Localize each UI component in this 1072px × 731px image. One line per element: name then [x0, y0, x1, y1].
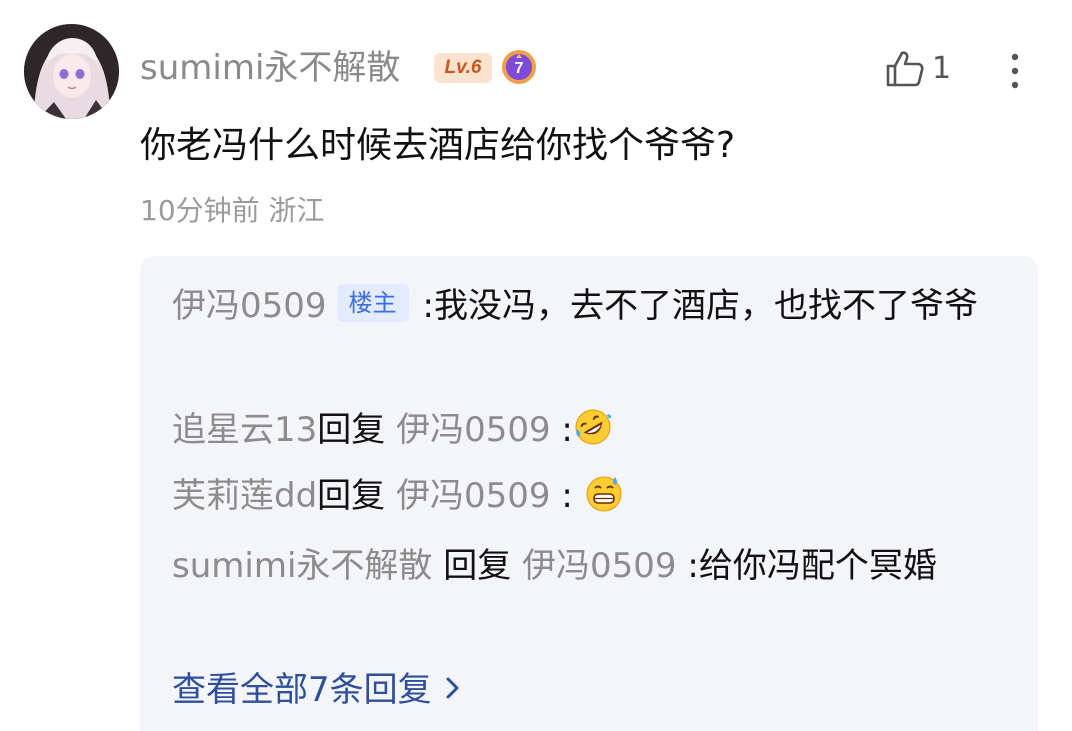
comment-time: 10分钟前: [140, 194, 260, 227]
purple-medal-icon: 7: [500, 48, 538, 86]
reply-item[interactable]: sumimi永不解散 回复 伊冯0509 :给你冯配个冥婚: [172, 538, 1004, 594]
reply-verb: 回复: [443, 546, 512, 586]
user-avatar[interactable]: [24, 24, 119, 119]
reply-text: 我没冯，去不了酒店，也找不了爷爷: [434, 286, 978, 326]
anime-girl-avatar-icon: [24, 24, 119, 119]
reply-author[interactable]: 芙莉莲dd: [172, 476, 317, 516]
reply-separator: :: [561, 410, 573, 450]
reply-item[interactable]: 芙莉莲dd回复 伊冯0509 :: [172, 468, 1004, 524]
comment-location: 浙江: [268, 194, 325, 227]
like-count: 1: [932, 51, 952, 86]
comment-meta: 10分钟前 浙江: [140, 190, 325, 232]
vertical-ellipsis-icon[interactable]: [1000, 50, 1030, 92]
rolling-on-floor-laughing-icon: [575, 409, 611, 445]
view-all-replies-link[interactable]: 查看全部7条回复: [172, 662, 464, 718]
reply-text: 给你冯配个冥婚: [698, 546, 937, 586]
reply-author[interactable]: sumimi永不解散: [172, 546, 432, 586]
reply-separator: :: [561, 476, 573, 516]
reply-item[interactable]: 伊冯0509 楼主:我没冯，去不了酒店，也找不了爷爷: [172, 278, 1004, 334]
reply-separator: :: [687, 546, 699, 586]
reply-item[interactable]: 追星云13回复 伊冯0509 :: [172, 402, 1004, 458]
reply-verb: 回复: [317, 476, 386, 516]
level-badge: Lv.6: [434, 53, 492, 83]
chevron-right-icon: [446, 677, 459, 699]
reply-verb: 回复: [317, 410, 386, 450]
comment-username[interactable]: sumimi永不解散: [140, 44, 400, 92]
reply-target[interactable]: 伊冯0509: [396, 410, 551, 450]
reply-author[interactable]: 追星云13: [172, 410, 317, 450]
grinning-sweat-icon: [586, 476, 622, 512]
reply-target[interactable]: 伊冯0509: [396, 476, 551, 516]
reply-author[interactable]: 伊冯0509: [172, 286, 327, 326]
comment-text: 你老冯什么时候去酒店给你找个爷爷?: [140, 125, 736, 166]
thumbs-up-icon: [886, 51, 924, 87]
host-tag: 楼主: [336, 284, 409, 322]
medal-number: 7: [515, 60, 524, 77]
reply-target[interactable]: 伊冯0509: [522, 546, 677, 586]
reply-list: 伊冯0509 楼主:我没冯，去不了酒店，也找不了爷爷 追星云13回复 伊冯0509…: [140, 256, 1038, 731]
reply-separator: :: [422, 286, 434, 326]
like-button[interactable]: 1: [884, 46, 951, 92]
view-all-label: 查看全部7条回复: [172, 670, 432, 710]
